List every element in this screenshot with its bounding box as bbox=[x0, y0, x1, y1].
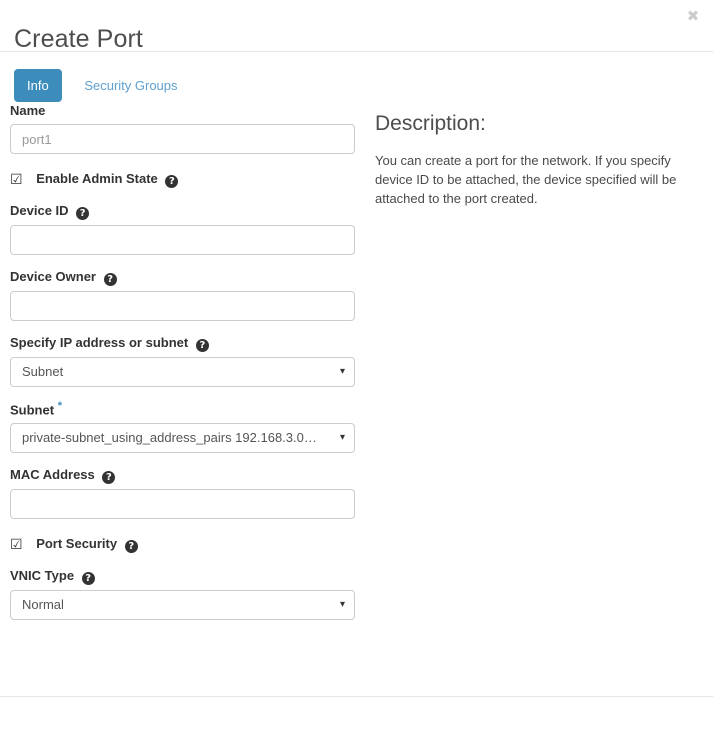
tab-info[interactable]: Info bbox=[14, 69, 62, 102]
field-device-owner-label-text: Device Owner bbox=[10, 269, 96, 284]
field-mac-address: MAC Address ? bbox=[10, 467, 355, 520]
field-vnic-type: VNIC Type ? Normal ▾ bbox=[10, 568, 355, 621]
field-name-label-text: Name bbox=[10, 103, 46, 118]
close-icon[interactable]: ✖ bbox=[679, 3, 707, 27]
required-marker: * bbox=[57, 400, 62, 412]
field-device-id: Device ID ? bbox=[10, 203, 355, 255]
tab-list: Info Security Groups bbox=[0, 52, 713, 103]
field-name: Name bbox=[10, 103, 355, 154]
help-icon[interactable]: ? bbox=[165, 175, 179, 188]
tab-security-groups[interactable]: Security Groups bbox=[71, 69, 190, 102]
help-icon[interactable]: ? bbox=[124, 540, 138, 554]
help-icon[interactable]: ? bbox=[102, 471, 116, 485]
description-body: You can create a port for the network. I… bbox=[375, 153, 677, 206]
help-icon[interactable]: ? bbox=[76, 207, 90, 220]
specify-ip-select[interactable]: Subnet ▾ bbox=[10, 357, 355, 387]
enable-admin-state-checkbox[interactable]: ☑ bbox=[10, 171, 23, 189]
chevron-down-icon: ▾ bbox=[339, 366, 345, 377]
field-specify-ip: Specify IP address or subnet ? Subnet ▾ bbox=[10, 335, 355, 387]
field-specify-ip-label-text: Specify IP address or subnet bbox=[10, 335, 189, 350]
port-security-checkbox[interactable]: ☑ bbox=[10, 536, 23, 554]
page-title: Create Port bbox=[14, 24, 143, 53]
help-icon[interactable]: ? bbox=[81, 572, 95, 586]
description-panel: Description: You can create a port for t… bbox=[375, 103, 695, 208]
device-id-input[interactable] bbox=[10, 225, 355, 255]
field-enable-admin-state[interactable]: ☑ Enable Admin State ? bbox=[10, 168, 355, 189]
chevron-down-icon: ▾ bbox=[339, 432, 345, 444]
field-subnet-label-text: Subnet bbox=[10, 402, 55, 418]
device-owner-input[interactable] bbox=[10, 291, 355, 321]
field-mac-address-label: MAC Address ? bbox=[10, 467, 355, 485]
field-device-id-label: Device ID ? bbox=[10, 203, 355, 220]
dialog-footer bbox=[0, 696, 713, 703]
create-port-form: Name ☑ Enable Admin State ? Device ID ? … bbox=[10, 103, 355, 634]
field-vnic-type-label: VNIC Type ? bbox=[10, 568, 355, 586]
vnic-type-select[interactable]: Normal ▾ bbox=[10, 590, 355, 621]
field-device-id-label-text: Device ID bbox=[10, 203, 69, 218]
mac-address-input[interactable] bbox=[10, 489, 355, 520]
chevron-down-icon: ▾ bbox=[339, 599, 345, 611]
field-subnet: Subnet * private-subnet_using_address_pa… bbox=[10, 401, 355, 454]
help-icon[interactable]: ? bbox=[195, 339, 209, 352]
dialog-header: Create Port ✖ bbox=[0, 0, 713, 53]
port-security-label[interactable]: Port Security bbox=[36, 536, 117, 551]
field-device-owner-label: Device Owner ? bbox=[10, 269, 355, 286]
field-specify-ip-label: Specify IP address or subnet ? bbox=[10, 335, 355, 352]
specify-ip-selected-value: Subnet bbox=[22, 364, 64, 379]
subnet-select[interactable]: private-subnet_using_address_pairs 192.1… bbox=[10, 423, 355, 454]
field-mac-address-label-text: MAC Address bbox=[10, 467, 95, 483]
subnet-selected-value: private-subnet_using_address_pairs 192.1… bbox=[22, 430, 317, 446]
dialog-body: Name ☑ Enable Admin State ? Device ID ? … bbox=[0, 103, 713, 748]
description-heading: Description: bbox=[375, 112, 486, 135]
field-name-label: Name bbox=[10, 103, 355, 119]
enable-admin-state-label[interactable]: Enable Admin State bbox=[36, 171, 158, 186]
field-port-security[interactable]: ☑ Port Security ? bbox=[10, 533, 355, 554]
field-vnic-type-label-text: VNIC Type bbox=[10, 568, 75, 584]
vnic-type-selected-value: Normal bbox=[22, 597, 64, 613]
name-input[interactable] bbox=[10, 124, 355, 154]
field-subnet-label: Subnet * bbox=[10, 401, 355, 418]
help-icon[interactable]: ? bbox=[103, 273, 117, 286]
field-device-owner: Device Owner ? bbox=[10, 269, 355, 321]
